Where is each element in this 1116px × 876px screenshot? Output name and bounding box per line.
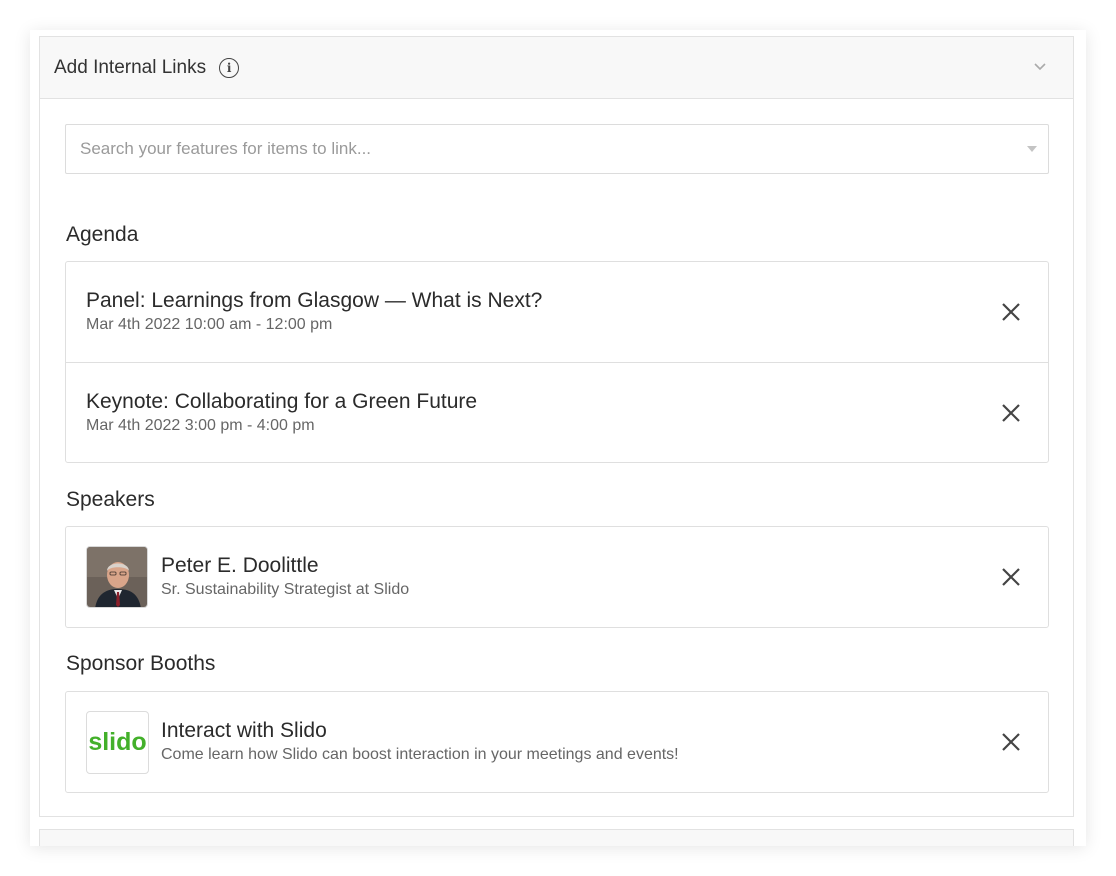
agenda-item-title: Panel: Learnings from Glasgow — What is … [86,289,543,312]
internal-links-card: Add Internal Links i Agenda Panel: Learn… [30,30,1086,846]
add-internal-links-panel: Add Internal Links i Agenda Panel: Learn… [39,36,1074,817]
next-panel-header[interactable] [39,829,1074,846]
caret-down-icon[interactable] [1027,146,1037,152]
agenda-item-title: Keynote: Collaborating for a Green Futur… [86,389,478,413]
chevron-down-icon[interactable] [1033,59,1047,73]
list-item: Peter E. Doolittle Sr. Sustainability St… [66,527,1048,627]
speaker-text: Peter E. Doolittle Sr. Sustainability St… [161,553,409,601]
speaker-role: Sr. Sustainability Strategist at Slido [161,581,410,598]
info-icon[interactable]: i [219,57,240,78]
panel-title: Add Internal Links [54,56,207,78]
avatar [86,546,148,608]
list-item: Panel: Learnings from Glasgow — What is … [66,262,1048,362]
list-item: Keynote: Collaborating for a Green Futur… [66,362,1048,462]
speakers-list: Peter E. Doolittle Sr. Sustainability St… [65,526,1049,628]
close-icon[interactable] [1000,731,1022,753]
close-icon[interactable] [1000,566,1022,588]
agenda-heading: Agenda [66,223,139,246]
agenda-item-text: Keynote: Collaborating for a Green Futur… [86,389,477,437]
sponsor-description: Come learn how Slido can boost interacti… [161,746,679,763]
speaker-name: Peter E. Doolittle [161,554,319,577]
speakers-heading: Speakers [66,488,155,511]
panel-header[interactable]: Add Internal Links i [40,37,1073,99]
close-icon[interactable] [1000,402,1022,424]
sponsor-name: Interact with Slido [161,719,327,742]
speaker-photo [87,547,147,607]
search-select[interactable] [65,124,1049,174]
agenda-list: Panel: Learnings from Glasgow — What is … [65,261,1049,463]
sponsor-text: Interact with Slido Come learn how Slido… [161,718,679,766]
slido-logo: slido [86,710,149,774]
agenda-item-text: Panel: Learnings from Glasgow — What is … [86,288,542,336]
search-input[interactable] [80,139,1034,159]
close-icon[interactable] [1000,301,1022,323]
list-item: slido Interact with Slido Come learn how… [66,692,1048,792]
sponsor-booths-heading: Sponsor Booths [66,652,216,675]
agenda-item-time: Mar 4th 2022 10:00 am - 12:00 pm [86,316,333,333]
logo-text: slido [88,727,147,756]
agenda-item-time: Mar 4th 2022 3:00 pm - 4:00 pm [86,416,315,434]
sponsor-booths-list: slido Interact with Slido Come learn how… [65,691,1049,793]
